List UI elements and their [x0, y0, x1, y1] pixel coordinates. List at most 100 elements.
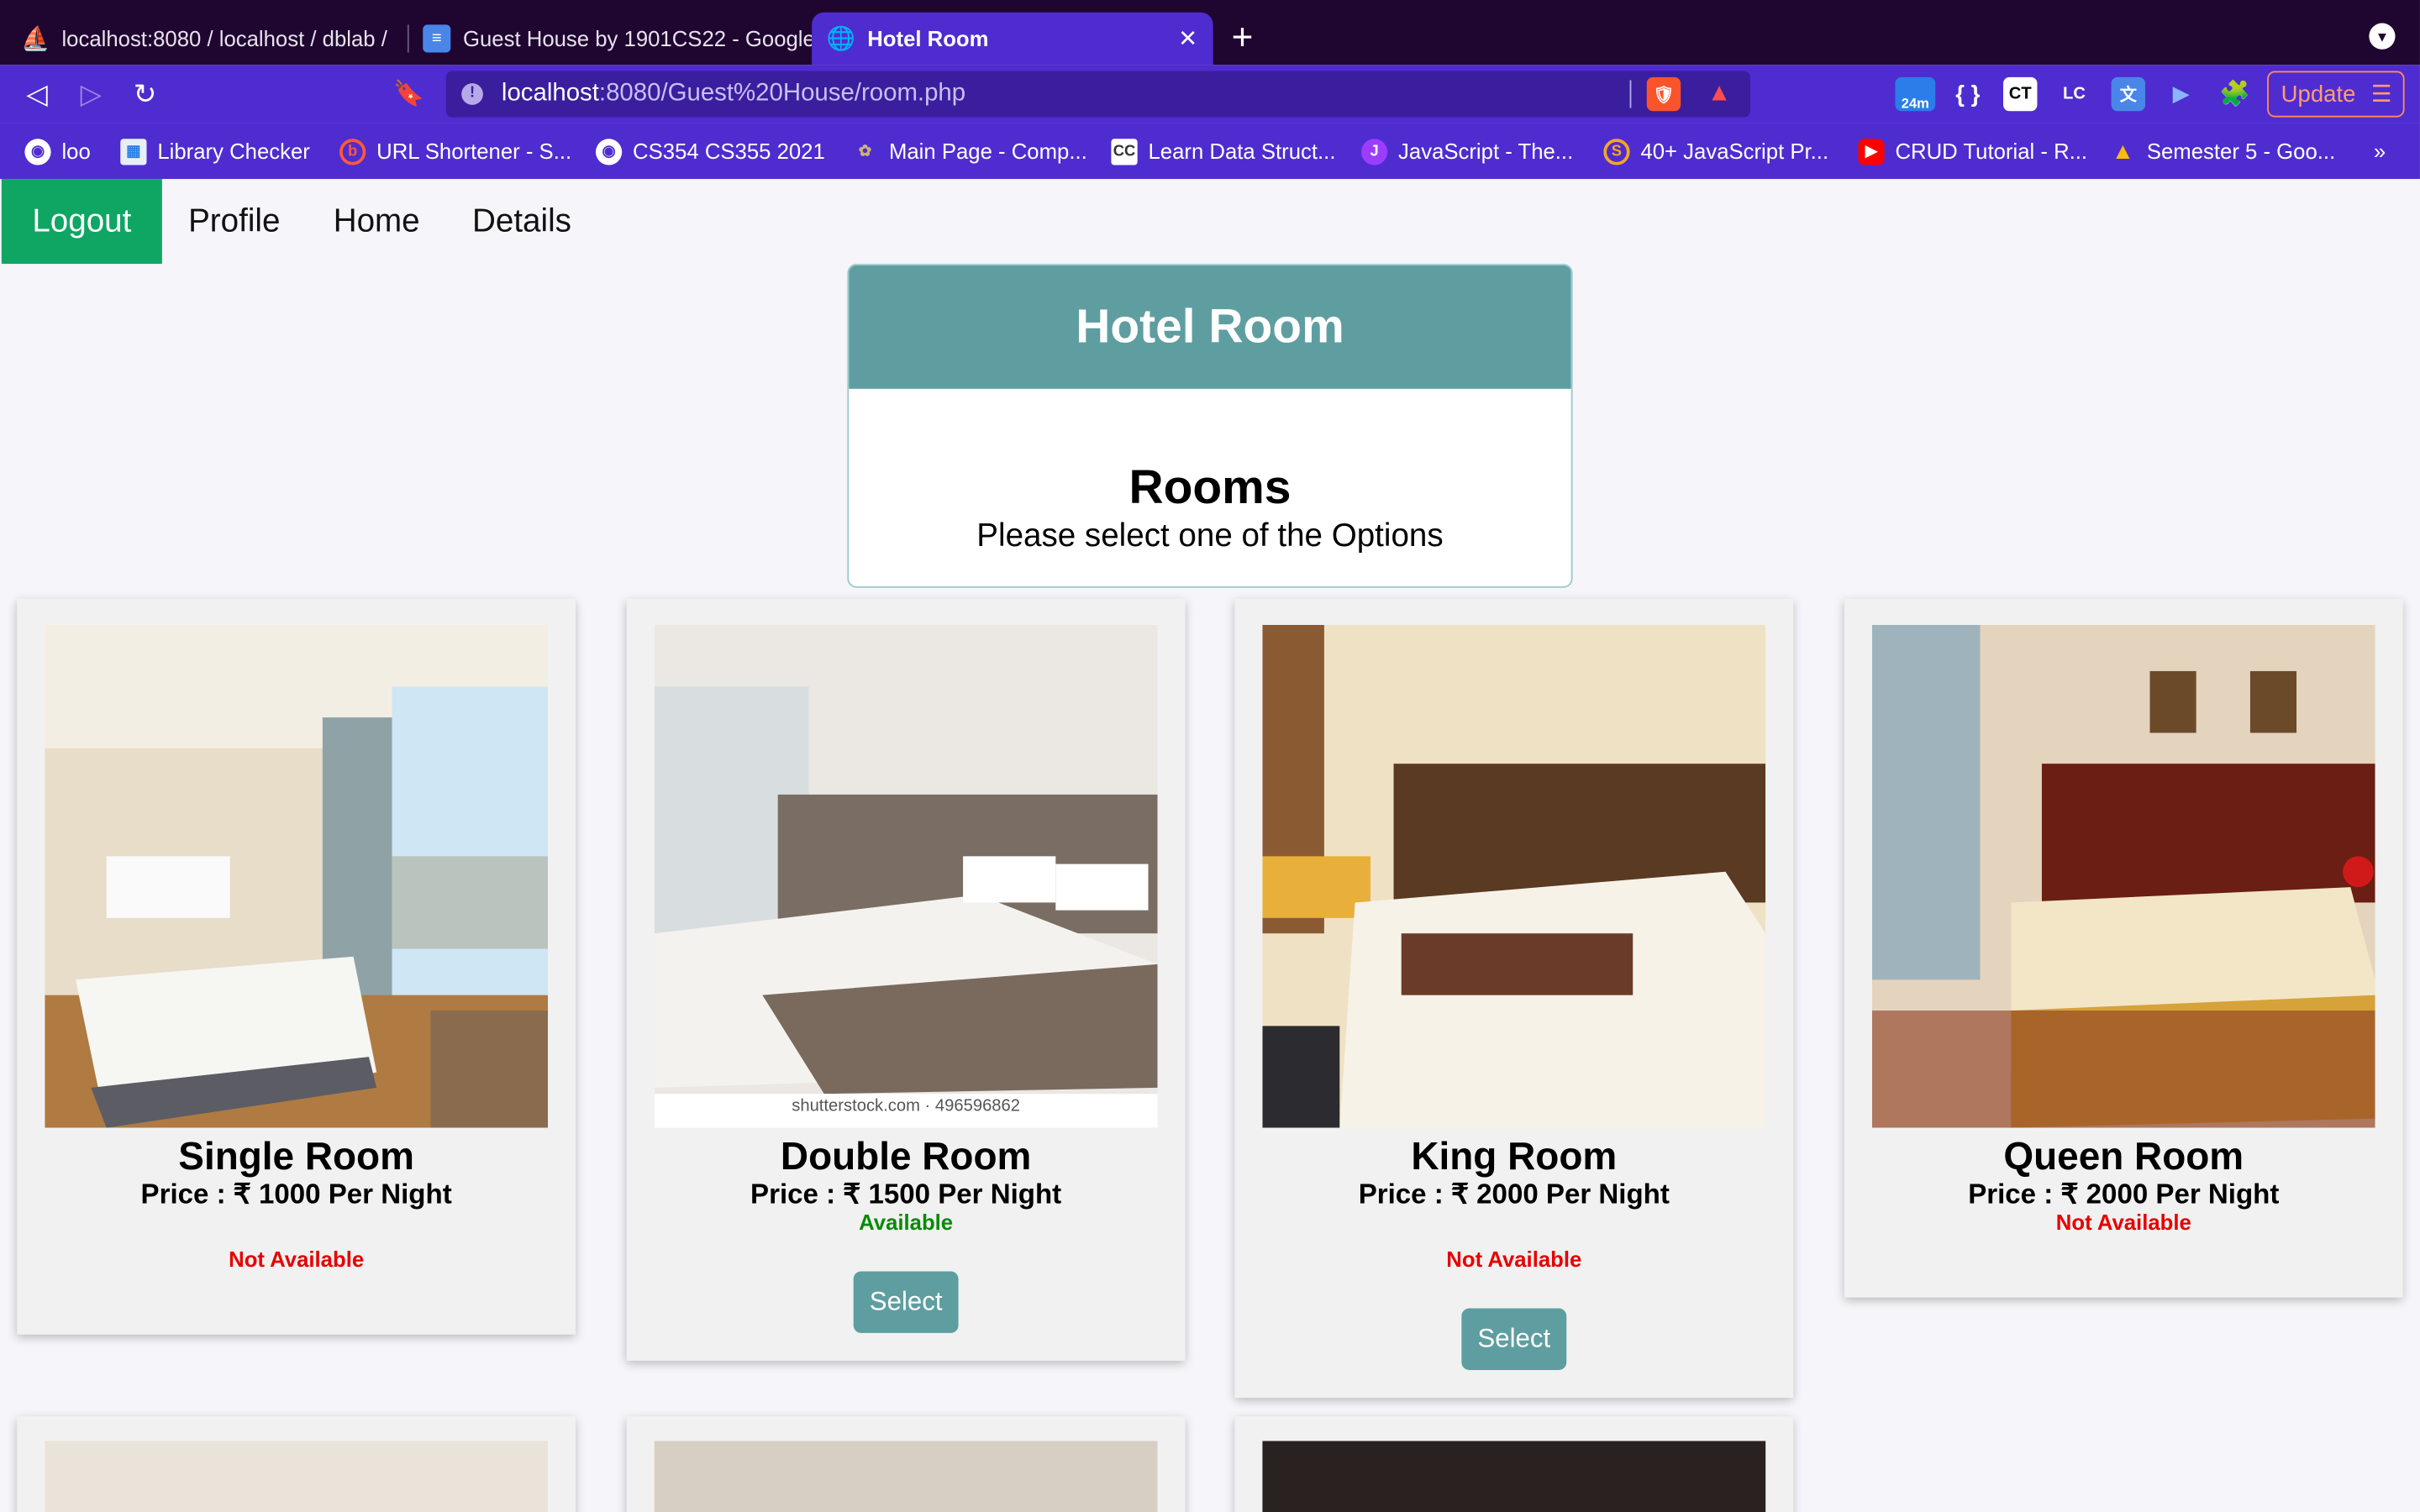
- extensions-puzzle-icon[interactable]: 🧩: [2217, 77, 2251, 111]
- wiki-icon: ✿: [858, 142, 872, 160]
- tab-phpmyadmin[interactable]: ⛵ localhost:8080 / localhost / dblab /: [6, 13, 399, 65]
- library-checker-icon: ▦: [120, 138, 147, 165]
- room-photo: [45, 1441, 549, 1512]
- bookmark-label: 40+ JavaScript Pr...: [1640, 139, 1829, 164]
- section-subtitle: Please select one of the Options: [976, 518, 1444, 554]
- room-name: King Room: [1411, 1135, 1618, 1179]
- room-status: Not Available: [1446, 1247, 1582, 1272]
- bookmark-item[interactable]: b URL Shortener - S...: [339, 136, 571, 167]
- tab-search-chevron-icon[interactable]: ▼: [2369, 23, 2396, 50]
- site-info-icon[interactable]: !: [461, 83, 483, 105]
- brave-shield-icon[interactable]: 🛡: [1646, 76, 1681, 112]
- youtube-icon: ▶: [1858, 138, 1885, 165]
- room-price: Price : ₹ 1500 Per Night: [750, 1179, 1062, 1210]
- update-button[interactable]: Update ☰: [2267, 71, 2405, 118]
- url-shortener-icon: b: [339, 138, 366, 165]
- tab-hotel-room[interactable]: 🌐 Hotel Room ✕: [812, 12, 1213, 66]
- double-room-photo: shutterstock.com · 496596862: [654, 624, 1158, 1128]
- brave-rewards-icon[interactable]: ▲: [1702, 77, 1736, 111]
- profile-link[interactable]: Profile: [160, 179, 308, 264]
- room-card-row2: [1234, 1416, 1794, 1512]
- room-status: Not Available: [2055, 1209, 2191, 1235]
- bookmark-label: Semester 5 - Goo...: [2146, 139, 2336, 164]
- bookmark-item[interactable]: ▦ Library Checker: [120, 136, 310, 167]
- select-button[interactable]: Select: [1461, 1308, 1567, 1370]
- details-link[interactable]: Details: [445, 179, 599, 264]
- bookmark-icon[interactable]: 🔖: [392, 77, 426, 111]
- room-price: Price : ₹ 1000 Per Night: [140, 1179, 452, 1210]
- room-card-king: King Room Price : ₹ 2000 Per Night Not A…: [1234, 598, 1794, 1399]
- tab-label: localhost:8080 / localhost / dblab /: [61, 26, 387, 51]
- room-name: Single Room: [178, 1135, 414, 1179]
- bookmark-label: URL Shortener - S...: [376, 139, 572, 164]
- bookmark-item[interactable]: J JavaScript - The...: [1360, 136, 1574, 167]
- section-heading: Rooms: [1128, 459, 1292, 514]
- header-card: Hotel Room Rooms Please select one of th…: [847, 264, 1573, 588]
- room-name: Queen Room: [2003, 1135, 2244, 1179]
- bookmark-item[interactable]: CC Learn Data Struct...: [1111, 136, 1335, 167]
- bookmark-label: Library Checker: [157, 139, 310, 164]
- room-photo: [654, 1441, 1158, 1512]
- globe-icon: ◉: [24, 138, 51, 165]
- image-watermark: shutterstock.com · 496596862: [792, 1096, 1021, 1116]
- tab-label: Guest House by 1901CS22 - Google: [463, 26, 813, 51]
- bookmark-item[interactable]: ◉ CS354 CS355 2021: [595, 136, 825, 167]
- javascript-info-icon: J: [1360, 138, 1388, 165]
- menu-icon: ☰: [2370, 81, 2392, 108]
- home-link[interactable]: Home: [306, 179, 448, 264]
- page-title: Hotel Room: [849, 265, 1571, 389]
- room-card-single: Single Room Price : ₹ 1000 Per Night Not…: [17, 598, 576, 1335]
- url-path: :8080/Guest%20House/room.php: [598, 80, 966, 107]
- extension-json-icon[interactable]: { }: [1951, 77, 1985, 111]
- phpmyadmin-icon: ⛵: [21, 26, 50, 53]
- queen-room-photo: [1871, 624, 2375, 1128]
- king-room-photo: [1262, 624, 1766, 1128]
- room-card-queen: Queen Room Price : ₹ 2000 Per Night Not …: [1844, 598, 2403, 1298]
- bookmark-item[interactable]: ▶ CRUD Tutorial - R...: [1858, 136, 2087, 167]
- address-bar[interactable]: ! localhost:8080/Guest%20House/room.php: [445, 71, 1750, 118]
- extension-ct-icon[interactable]: CT: [2003, 76, 2038, 112]
- bookmark-item[interactable]: ◉ loo: [24, 136, 91, 167]
- room-card-row2: [626, 1416, 1186, 1512]
- code-chef-icon: CC: [1111, 138, 1138, 165]
- room-card-row2: [17, 1416, 576, 1512]
- bookmark-label: JavaScript - The...: [1398, 139, 1574, 164]
- room-status: Not Available: [229, 1247, 365, 1272]
- bookmark-label: loo: [61, 139, 91, 164]
- google-docs-icon: ≡: [423, 24, 451, 53]
- extension-timer-icon[interactable]: 24m: [1895, 76, 1936, 112]
- room-name: Double Room: [780, 1135, 1032, 1179]
- globe-icon: 🌐: [826, 26, 856, 53]
- bookmark-label: Main Page - Comp...: [888, 139, 1087, 164]
- close-icon[interactable]: ✕: [1178, 24, 1197, 52]
- extension-lc-icon[interactable]: LC: [2057, 77, 2091, 111]
- room-card-double: shutterstock.com · 496596862 Double Room…: [626, 598, 1186, 1361]
- reload-icon[interactable]: ↻: [128, 77, 161, 111]
- new-tab-plus-icon[interactable]: +: [1232, 17, 1254, 60]
- back-arrow-icon[interactable]: ◁: [20, 77, 54, 111]
- extension-play-icon[interactable]: ▶: [2164, 77, 2197, 111]
- single-room-photo: [45, 624, 549, 1128]
- room-photo: [1262, 1441, 1766, 1512]
- javascript-projects-icon: S: [1603, 138, 1630, 165]
- select-button[interactable]: Select: [853, 1271, 959, 1333]
- address-divider: [1629, 80, 1632, 108]
- bookmark-label: CS354 CS355 2021: [633, 139, 825, 164]
- forward-arrow-icon[interactable]: ▷: [74, 77, 108, 111]
- bookmark-label: Learn Data Struct...: [1148, 139, 1336, 164]
- update-label: Update: [2281, 81, 2356, 108]
- tab-label: Hotel Room: [867, 26, 989, 51]
- tab-google-docs[interactable]: ≡ Guest House by 1901CS22 - Google: [408, 13, 812, 65]
- screen: ⛵ localhost:8080 / localhost / dblab / ≡…: [0, 0, 2420, 1512]
- bookmark-item[interactable]: S 40+ JavaScript Pr...: [1603, 136, 1828, 167]
- google-drive-icon: ▲: [2111, 138, 2135, 165]
- logout-link[interactable]: Logout: [1, 179, 162, 265]
- more-bookmarks-chevron-icon[interactable]: »: [2374, 136, 2386, 167]
- globe-icon: ◉: [595, 138, 623, 165]
- google-translate-icon[interactable]: 文: [2111, 76, 2146, 112]
- bookmark-item[interactable]: ▲ Semester 5 - Goo...: [2110, 136, 2336, 167]
- bookmark-item[interactable]: ✿ Main Page - Comp...: [852, 136, 1087, 167]
- room-status: Available: [859, 1209, 954, 1235]
- url-host: localhost: [501, 80, 599, 107]
- room-price: Price : ₹ 2000 Per Night: [1358, 1179, 1670, 1210]
